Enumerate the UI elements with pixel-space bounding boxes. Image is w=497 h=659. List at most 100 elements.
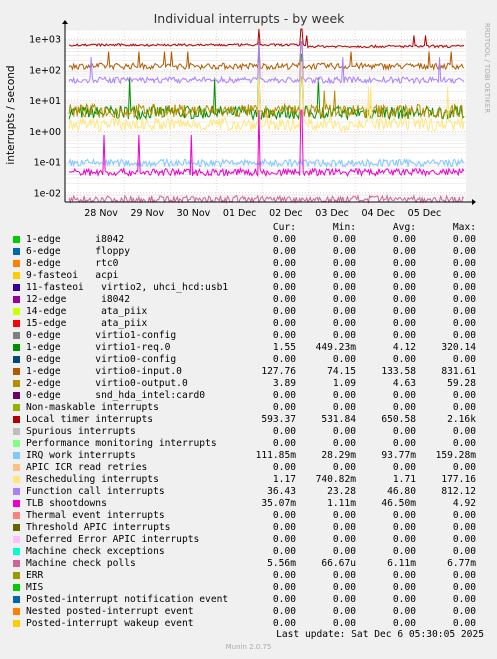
legend-max: 0.00 bbox=[452, 306, 476, 317]
legend-row: 9-fasteoi acpi 0.00 0.00 0.00 0.00 bbox=[10, 270, 490, 282]
x-axis-arrow bbox=[472, 199, 476, 205]
legend-swatch bbox=[13, 260, 20, 267]
legend-label: Thermal event interrupts bbox=[26, 510, 165, 521]
legend-max: 0.00 bbox=[452, 282, 476, 293]
y-axis-arrow bbox=[62, 20, 68, 24]
legend-label: Performance monitoring interrupts bbox=[26, 438, 217, 449]
legend-label: 9-fasteoi acpi bbox=[26, 270, 119, 281]
legend-max: 0.00 bbox=[452, 570, 476, 581]
legend-swatch bbox=[13, 284, 20, 291]
legend-swatch bbox=[13, 500, 20, 507]
legend-max: 59.28 bbox=[447, 378, 476, 389]
x-tick-label: 29 Nov bbox=[130, 208, 164, 219]
legend-row: IRQ work interrupts 111.85m 28.29m 93.77m 15… bbox=[10, 450, 490, 462]
legend-label: 15-edge ata_piix bbox=[26, 318, 148, 329]
legend-label: 1-edge virtio0-input.0 bbox=[26, 366, 182, 377]
legend-label: Posted-interrupt notification event bbox=[26, 594, 229, 605]
legend-swatch bbox=[13, 272, 20, 279]
legend-label: Non-maskable interrupts bbox=[26, 402, 159, 413]
legend-max: 0.00 bbox=[452, 294, 476, 305]
legend-swatch bbox=[13, 296, 20, 303]
legend-max: 0.00 bbox=[452, 426, 476, 437]
legend-label: Machine check polls bbox=[26, 558, 136, 569]
legend-swatch bbox=[13, 320, 20, 327]
y-tick-label: 1e+00 bbox=[29, 127, 61, 138]
legend-max: 0.00 bbox=[452, 318, 476, 329]
legend-max: 0.00 bbox=[452, 582, 476, 593]
legend-row: 2-edge virtio0-output.0 3.89 1.09 4.63 59.28 bbox=[10, 378, 490, 390]
legend-row: Performance monitoring interrupts 0.00 0.0… bbox=[10, 438, 490, 450]
legend-label: IRQ work interrupts bbox=[26, 450, 136, 461]
x-tick-label: 28 Nov bbox=[84, 208, 118, 219]
legend-label: 1-edge virtio1-req.0 bbox=[26, 342, 171, 353]
last-update: Last update: Sat Dec 6 05:30:05 2025 bbox=[276, 629, 484, 640]
legend-max: 0.00 bbox=[452, 390, 476, 401]
legend-max: 812.12 bbox=[441, 486, 476, 497]
legend-max: 0.00 bbox=[452, 438, 476, 449]
y-tick-label: 1e+03 bbox=[29, 35, 61, 46]
legend-label: Machine check exceptions bbox=[26, 546, 165, 557]
legend-swatch bbox=[13, 428, 20, 435]
legend-swatch bbox=[13, 608, 20, 615]
legend-label: Threshold APIC interrupts bbox=[26, 522, 171, 533]
legend-row: Deferred Error APIC interrupts 0.00 0.00 0.… bbox=[10, 534, 490, 546]
legend-max: 4.92 bbox=[452, 498, 476, 509]
legend-row: 0-edge virtio0-config 0.00 0.00 0.00 0.00 bbox=[10, 354, 490, 366]
legend-swatch bbox=[13, 380, 20, 387]
legend-label: Spurious interrupts bbox=[26, 426, 136, 437]
legend-row: TLB shootdowns 35.07m 1.11m 46.50m 4.92 bbox=[10, 498, 490, 510]
legend-row: APIC ICR read retries 0.00 0.00 0.00 0.00 bbox=[10, 462, 490, 474]
legend-label: 0-edge virtio1-config bbox=[26, 330, 177, 341]
legend-row: 15-edge ata_piix 0.00 0.00 0.00 0.00 bbox=[10, 318, 490, 330]
legend-max: 0.00 bbox=[452, 234, 476, 245]
legend-max: 320.14 bbox=[441, 342, 476, 353]
legend-label: MIS bbox=[26, 582, 44, 593]
legend-label: APIC ICR read retries bbox=[26, 462, 148, 473]
legend-swatch bbox=[13, 572, 20, 579]
legend-label: ERR bbox=[26, 570, 44, 581]
legend-row: Machine check exceptions 0.00 0.00 0.00 0.00 bbox=[10, 546, 490, 558]
legend-swatch bbox=[13, 440, 20, 447]
legend-max: 0.00 bbox=[452, 402, 476, 413]
legend-swatch bbox=[13, 548, 20, 555]
legend-max: 0.00 bbox=[452, 534, 476, 545]
legend-row: Thermal event interrupts 0.00 0.00 0.00 0.00 bbox=[10, 510, 490, 522]
x-tick-label: 02 Dec bbox=[269, 208, 303, 219]
legend-row: 11-fasteoi virtio2, uhci_hcd:usb1 0.00 0.0… bbox=[10, 282, 490, 294]
legend-swatch bbox=[13, 560, 20, 567]
legend-swatch bbox=[13, 524, 20, 531]
x-tick-label: 05 Dec bbox=[408, 208, 442, 219]
legend-max: 0.00 bbox=[452, 510, 476, 521]
legend-max: 0.00 bbox=[452, 462, 476, 473]
legend-label: Local timer interrupts bbox=[26, 414, 154, 425]
legend-header: Cur: Min: Avg: Max: bbox=[10, 222, 490, 234]
legend-swatch bbox=[13, 392, 20, 399]
legend-max: 177.16 bbox=[441, 474, 476, 485]
legend-swatch bbox=[13, 584, 20, 591]
legend-row: Local timer interrupts 593.37 531.84 650.58… bbox=[10, 414, 490, 426]
legend-max: 0.00 bbox=[452, 246, 476, 257]
legend-label: 12-edge i8042 bbox=[26, 294, 130, 305]
legend-row: ERR 0.00 0.00 0.00 0.00 bbox=[10, 570, 490, 582]
x-tick-label: 01 Dec bbox=[223, 208, 257, 219]
legend-row: 6-edge floppy 0.00 0.00 0.00 0.00 bbox=[10, 246, 490, 258]
y-axis-label: interrupts / second bbox=[5, 65, 17, 164]
legend-swatch bbox=[13, 356, 20, 363]
legend-label: 1-edge i8042 bbox=[26, 234, 125, 245]
legend-swatch bbox=[13, 452, 20, 459]
y-tick-label: 1e+01 bbox=[29, 96, 61, 107]
x-tick-label: 30 Nov bbox=[177, 208, 211, 219]
legend-label: TLB shootdowns bbox=[26, 498, 107, 509]
legend-row: 12-edge i8042 0.00 0.00 0.00 0.00 bbox=[10, 294, 490, 306]
legend-row: 0-edge snd_hda_intel:card0 0.00 0.00 0.00 0.… bbox=[10, 390, 490, 402]
legend-label: Rescheduling interrupts bbox=[26, 474, 159, 485]
chart-title: Individual interrupts - by week bbox=[154, 11, 346, 26]
x-tick-label: 03 Dec bbox=[315, 208, 349, 219]
legend-max: 2.16k bbox=[447, 414, 476, 425]
legend-swatch bbox=[13, 368, 20, 375]
legend-row: Nested posted-interrupt event 0.00 0.00 0.0… bbox=[10, 606, 490, 618]
y-tick-label: 1e-02 bbox=[34, 188, 61, 199]
legend-label: Function call interrupts bbox=[26, 486, 165, 497]
legend-swatch bbox=[13, 536, 20, 543]
legend-max: 0.00 bbox=[452, 354, 476, 365]
